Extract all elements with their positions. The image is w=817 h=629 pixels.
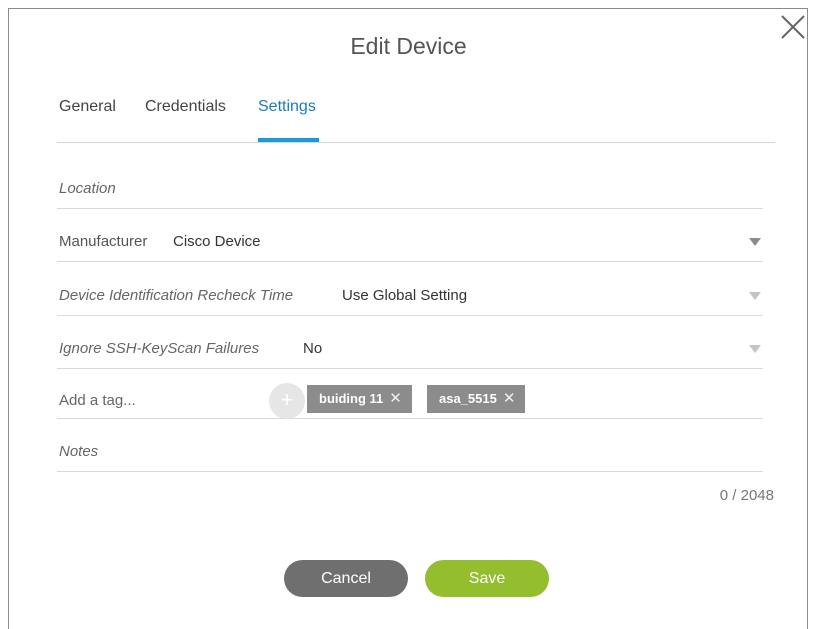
recheck-time-select[interactable]: Device Identification Recheck Time Use G… — [57, 276, 763, 316]
tag-input[interactable]: Add a tag... — [59, 392, 136, 409]
tabs-divider — [57, 142, 775, 143]
tab-general[interactable]: General — [59, 98, 116, 116]
plus-icon[interactable]: + — [269, 383, 305, 419]
manufacturer-select[interactable]: Manufacturer Cisco Device — [57, 222, 763, 262]
manufacturer-label: Manufacturer — [59, 233, 148, 250]
location-placeholder: Location — [59, 180, 116, 197]
chevron-down-icon[interactable] — [749, 345, 761, 353]
manufacturer-value: Cisco Device — [173, 233, 261, 250]
save-button[interactable]: Save — [425, 560, 549, 597]
edit-device-dialog — [8, 8, 808, 629]
cancel-button[interactable]: Cancel — [284, 560, 408, 597]
ssh-keyscan-label: Ignore SSH-KeyScan Failures — [59, 340, 260, 357]
location-field[interactable]: Location — [57, 170, 763, 209]
tag-label: buiding 11 — [319, 391, 384, 406]
ssh-keyscan-value: No — [303, 340, 323, 357]
tag-chip: buiding 11 ✕ — [307, 385, 412, 413]
chevron-down-icon[interactable] — [749, 292, 761, 300]
ssh-keyscan-select[interactable]: Ignore SSH-KeyScan Failures No — [57, 329, 763, 369]
tab-credentials[interactable]: Credentials — [145, 98, 226, 116]
notes-field[interactable]: Notes — [57, 433, 763, 472]
notes-placeholder: Notes — [59, 443, 99, 460]
notes-char-counter: 0 / 2048 — [719, 487, 774, 504]
dialog-title: Edit Device — [350, 33, 467, 59]
tag-chip: asa_5515 ✕ — [427, 385, 526, 413]
tab-settings[interactable]: Settings — [258, 98, 316, 116]
recheck-time-value: Use Global Setting — [342, 287, 468, 304]
remove-tag-icon[interactable]: ✕ — [503, 390, 516, 407]
chevron-down-icon[interactable] — [749, 238, 761, 246]
tag-label: asa_5515 — [439, 391, 497, 406]
remove-tag-icon[interactable]: ✕ — [389, 390, 402, 407]
recheck-time-label: Device Identification Recheck Time — [59, 287, 294, 304]
